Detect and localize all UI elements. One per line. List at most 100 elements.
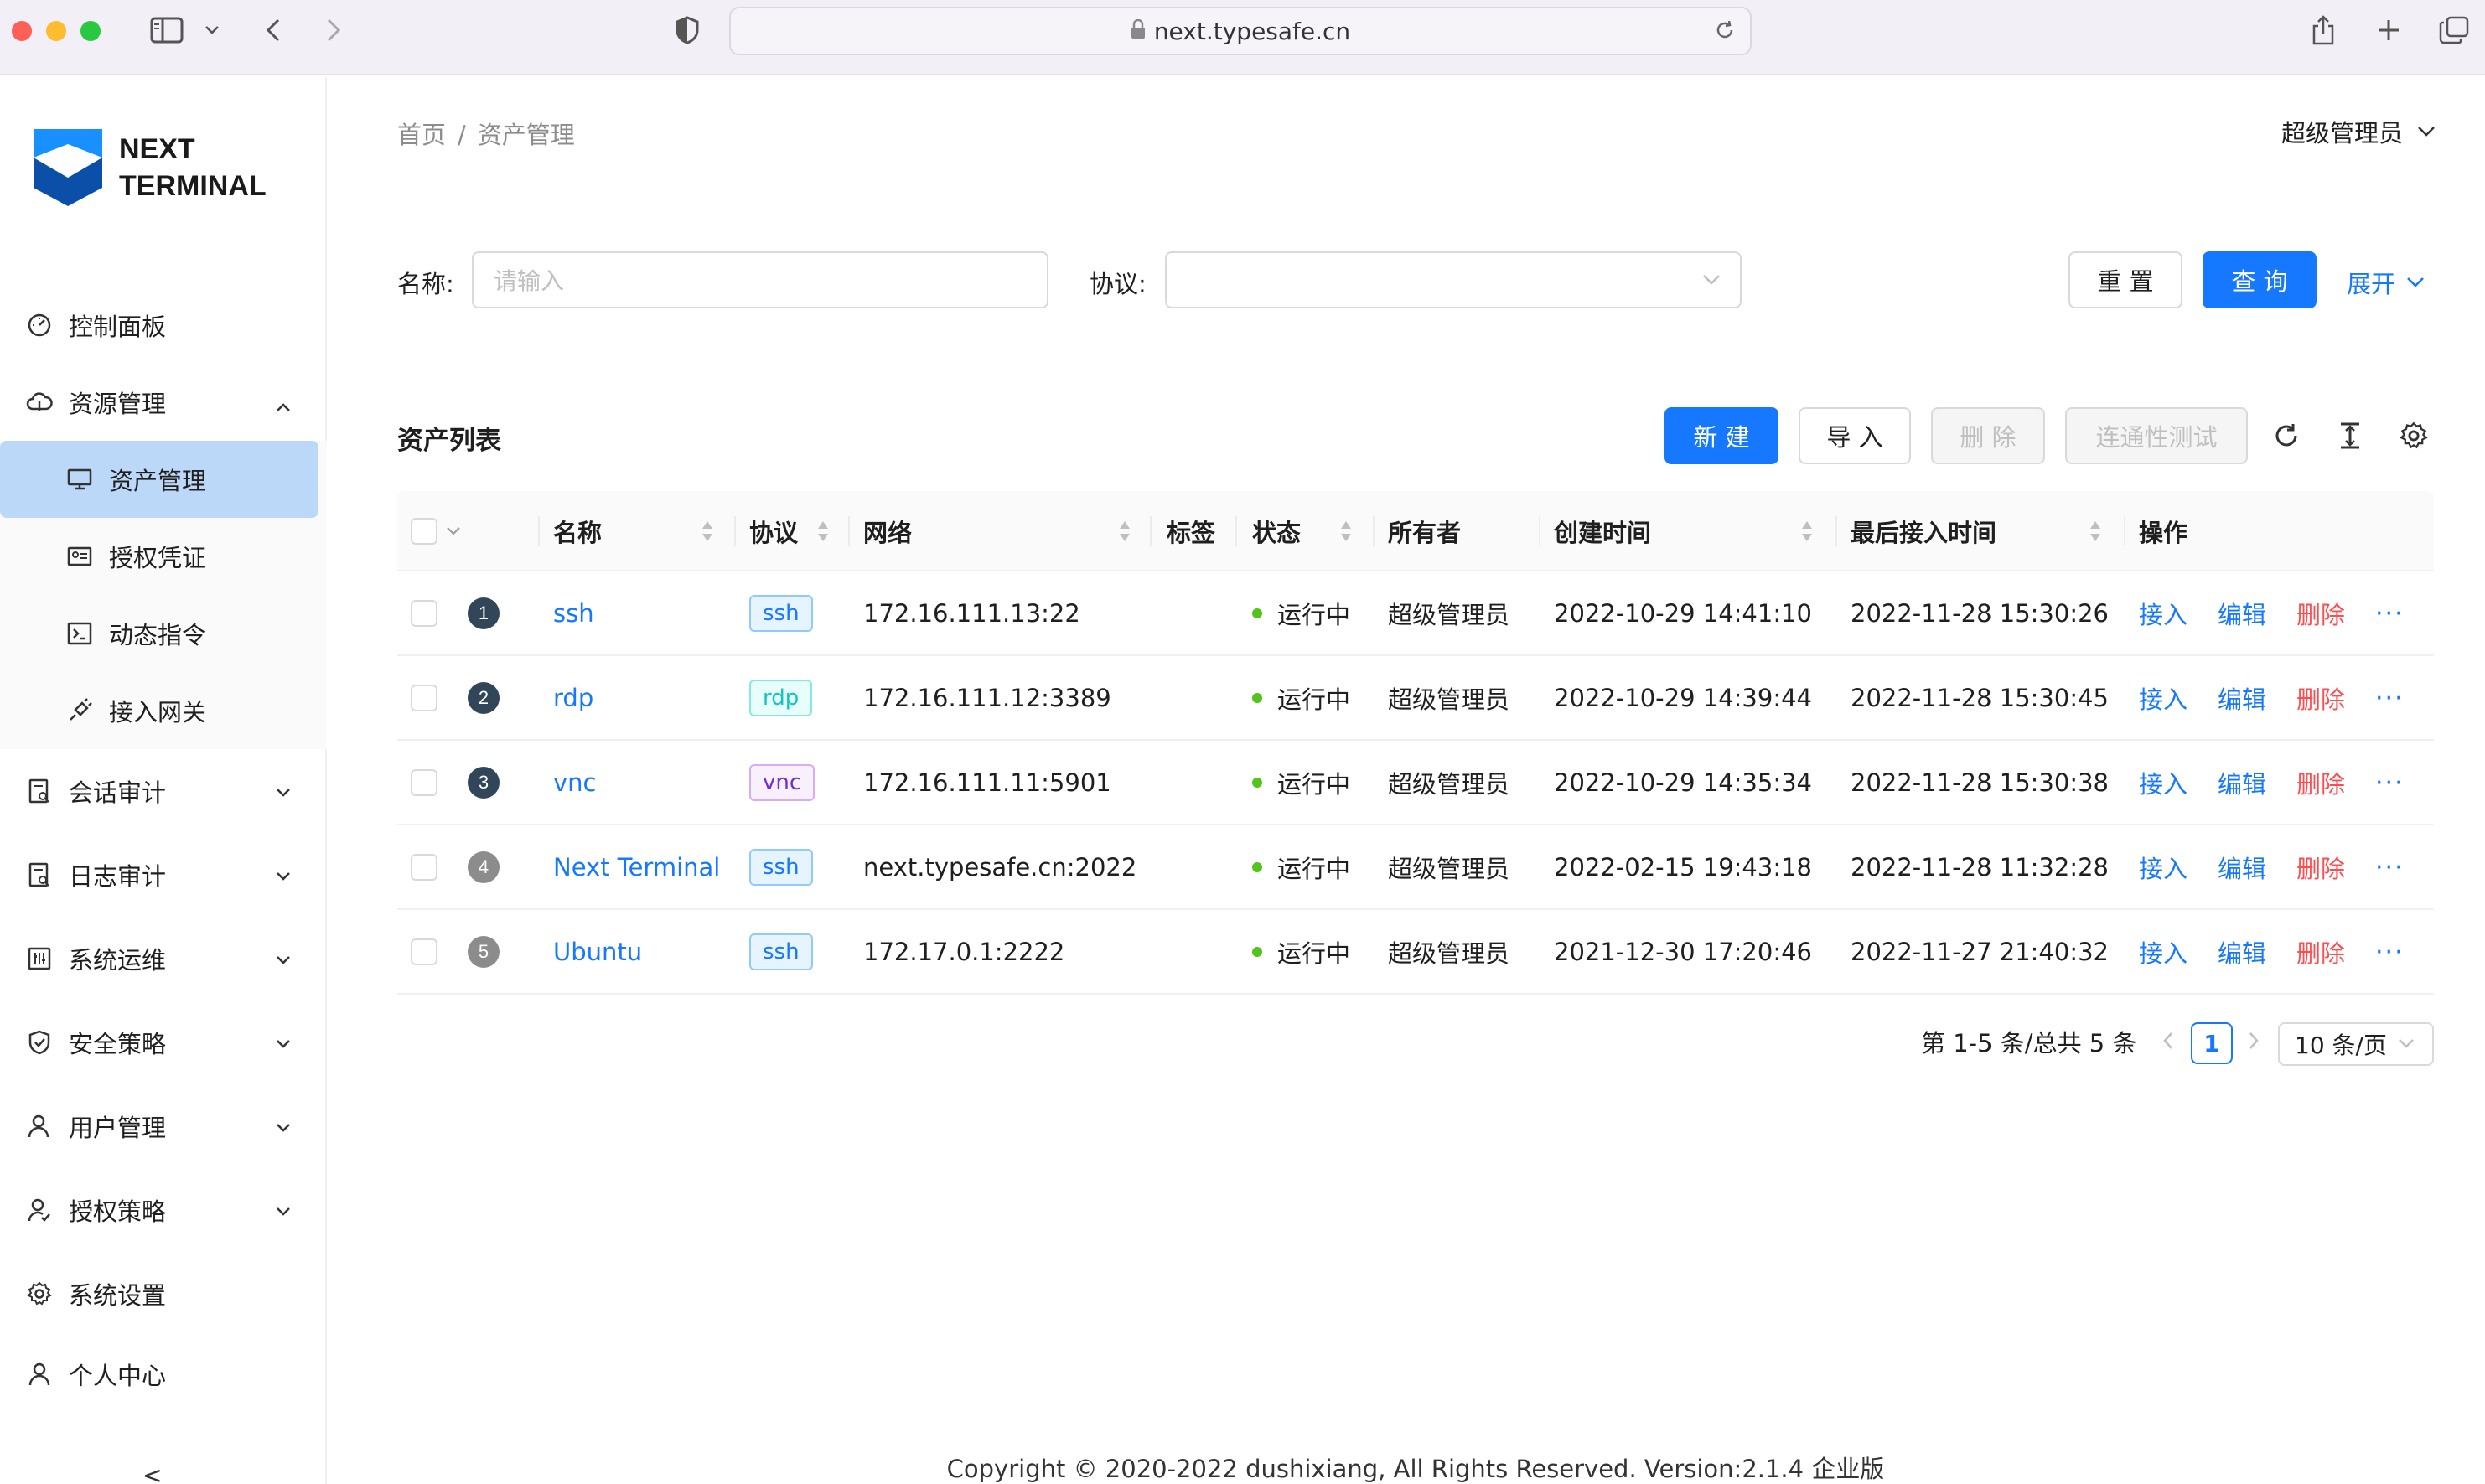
edit-link[interactable]: 编辑: [2218, 656, 2266, 740]
sidebar-item-label: 用户管理: [69, 1114, 167, 1142]
owner-text: 超级管理员: [1388, 685, 1510, 714]
connect-link[interactable]: 接入: [2139, 571, 2187, 655]
page-1-button[interactable]: 1: [2191, 1022, 2233, 1064]
asset-name-link[interactable]: Next Terminal: [553, 825, 720, 909]
asset-name-link[interactable]: Ubuntu: [553, 910, 642, 994]
sort-icon[interactable]: [816, 491, 841, 571]
column-height-icon[interactable]: [2333, 419, 2367, 452]
edit-link[interactable]: 编辑: [2218, 571, 2266, 655]
more-actions-icon[interactable]: ···: [2375, 741, 2405, 825]
sidebar-item-log-audit[interactable]: 日志审计: [0, 833, 327, 917]
sidebar-item-credentials[interactable]: 授权凭证: [0, 518, 327, 595]
col-created[interactable]: 创建时间: [1554, 491, 1651, 571]
shield-icon[interactable]: [670, 12, 704, 49]
col-protocol[interactable]: 协议: [749, 491, 798, 571]
reset-button[interactable]: 重 置: [2068, 251, 2182, 308]
sort-icon[interactable]: [701, 491, 726, 571]
next-page-icon[interactable]: [2248, 1031, 2260, 1054]
name-filter-input[interactable]: 请输入: [472, 251, 1048, 308]
sidebar-item-commands[interactable]: 动态指令: [0, 595, 327, 672]
owner-text: 超级管理员: [1388, 770, 1510, 799]
row-checkbox[interactable]: [411, 825, 437, 909]
created-time: 2022-10-29 14:39:44: [1554, 684, 1812, 712]
sidebar-item-ops[interactable]: 系统运维: [0, 917, 327, 1001]
delete-link[interactable]: 删除: [2296, 741, 2345, 825]
sidebar-item-auth-policy[interactable]: 授权策略: [0, 1168, 327, 1252]
import-button[interactable]: 导 入: [1799, 407, 1911, 464]
edit-link[interactable]: 编辑: [2218, 741, 2266, 825]
expand-filters-link[interactable]: 展开: [2347, 265, 2425, 300]
sort-icon[interactable]: [1800, 491, 1825, 571]
share-icon[interactable]: [2306, 12, 2340, 49]
more-actions-icon[interactable]: ···: [2375, 825, 2405, 909]
connect-link[interactable]: 接入: [2139, 741, 2187, 825]
row-index-badge: 4: [468, 825, 500, 909]
asset-name-link[interactable]: ssh: [553, 571, 594, 655]
col-last-access[interactable]: 最后接入时间: [1851, 491, 1996, 571]
asset-name-link[interactable]: vnc: [553, 741, 597, 825]
select-all-checkbox[interactable]: [411, 491, 461, 571]
user-menu[interactable]: 超级管理员: [2281, 114, 2436, 149]
reload-icon[interactable]: [2270, 419, 2303, 452]
breadcrumb-home[interactable]: 首页: [397, 121, 446, 149]
asset-name-link[interactable]: rdp: [553, 656, 593, 740]
row-checkbox[interactable]: [411, 741, 437, 825]
more-actions-icon[interactable]: ···: [2375, 656, 2405, 740]
connect-link[interactable]: 接入: [2139, 825, 2187, 909]
sidebar-item-session-audit[interactable]: 会话审计: [0, 749, 327, 833]
new-tab-icon[interactable]: [2372, 12, 2405, 49]
connect-link[interactable]: 接入: [2139, 656, 2187, 740]
sidebar-item-gateway[interactable]: 接入网关: [0, 672, 327, 749]
delete-link[interactable]: 删除: [2296, 656, 2345, 740]
collapse-sidebar-button[interactable]: <: [142, 1461, 162, 1484]
batch-delete-button[interactable]: 删 除: [1931, 407, 2045, 464]
logo[interactable]: NEXT TERMINAL: [34, 129, 267, 206]
row-checkbox[interactable]: [411, 571, 437, 655]
col-owner: 所有者: [1388, 519, 1462, 547]
sidebar-item-users[interactable]: 用户管理: [0, 1084, 327, 1168]
tab-overview-icon[interactable]: [2436, 12, 2472, 49]
sort-icon[interactable]: [1118, 491, 1143, 571]
chevron-down-icon[interactable]: [446, 526, 461, 536]
settings-gear-icon[interactable]: [2397, 419, 2431, 452]
delete-link[interactable]: 删除: [2296, 910, 2345, 994]
sidebar-item-profile[interactable]: 个人中心: [0, 1336, 327, 1413]
reload-icon[interactable]: [1713, 18, 1737, 48]
sidebar-item-security[interactable]: 安全策略: [0, 1001, 327, 1084]
delete-link[interactable]: 删除: [2296, 571, 2345, 655]
query-button[interactable]: 查 询: [2203, 251, 2317, 308]
connectivity-test-button[interactable]: 连通性测试: [2065, 407, 2248, 464]
more-actions-icon[interactable]: ···: [2375, 571, 2405, 655]
delete-link[interactable]: 删除: [2296, 825, 2345, 909]
row-checkbox[interactable]: [411, 656, 437, 740]
sort-icon[interactable]: [2089, 491, 2114, 571]
row-checkbox[interactable]: [411, 910, 437, 994]
sidebar-toggle-icon[interactable]: [148, 12, 186, 49]
col-network[interactable]: 网络: [863, 491, 912, 571]
close-window-button[interactable]: [12, 21, 32, 41]
page-size-select[interactable]: 10 条/页: [2278, 1022, 2434, 1066]
zoom-window-button[interactable]: [80, 21, 101, 41]
more-actions-icon[interactable]: ···: [2375, 910, 2405, 994]
chevron-down-icon: [2418, 127, 2435, 137]
col-status[interactable]: 状态: [1252, 491, 1301, 571]
back-icon[interactable]: [258, 12, 288, 49]
minimize-window-button[interactable]: [46, 21, 66, 41]
col-name[interactable]: 名称: [553, 491, 602, 571]
sidebar-item-label: 接入网关: [109, 698, 207, 726]
chevron-down-icon[interactable]: [199, 12, 225, 49]
edit-link[interactable]: 编辑: [2218, 825, 2266, 909]
protocol-filter-select[interactable]: [1165, 251, 1742, 308]
sort-icon[interactable]: [1339, 491, 1364, 571]
prev-page-icon[interactable]: [2162, 1031, 2174, 1054]
sidebar-item-dashboard[interactable]: 控制面板: [0, 287, 327, 364]
sidebar-item-settings[interactable]: 系统设置: [0, 1252, 327, 1336]
forward-icon[interactable]: [318, 12, 349, 49]
sidebar-item-assets[interactable]: 资产管理: [0, 441, 318, 518]
sidebar-item-label: 安全策略: [69, 1030, 167, 1058]
new-asset-button[interactable]: 新 建: [1664, 407, 1778, 464]
connect-link[interactable]: 接入: [2139, 910, 2187, 994]
address-bar[interactable]: next.typesafe.cn: [729, 7, 1752, 55]
edit-link[interactable]: 编辑: [2218, 910, 2266, 994]
sidebar-item-resources[interactable]: 资源管理: [0, 364, 327, 441]
